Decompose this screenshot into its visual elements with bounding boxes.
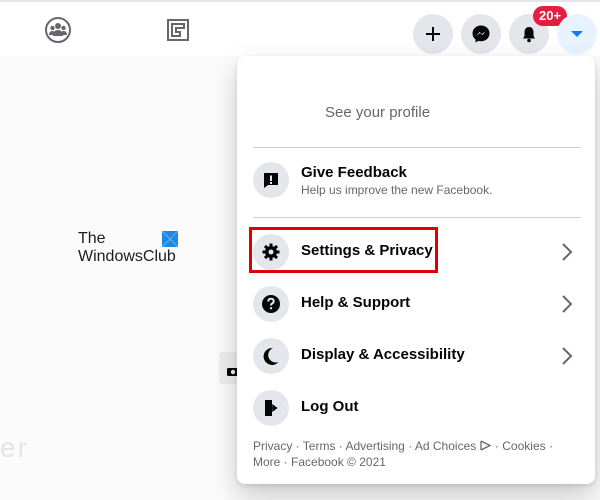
menu-item-help-support[interactable]: Help & Support	[245, 278, 587, 330]
top-navigation-bar: 20+	[0, 2, 600, 56]
footer-link-more[interactable]: More	[253, 455, 280, 469]
background-faded-text: er	[0, 432, 29, 463]
menu-item-label: Display & Accessibility	[301, 346, 465, 363]
logo-line-2: WindowsClub	[78, 248, 176, 265]
footer-link-advertising[interactable]: Advertising	[345, 439, 404, 453]
menu-item-give-feedback[interactable]: Give Feedback Help us improve the new Fa…	[245, 154, 587, 206]
chevron-right-icon	[562, 243, 573, 261]
separator: ·	[292, 439, 303, 453]
ad-choices-icon	[479, 440, 492, 451]
separator: ·	[335, 439, 346, 453]
messenger-icon	[472, 25, 490, 43]
highlight-box-settings	[249, 227, 438, 273]
account-menu-button[interactable]	[557, 14, 597, 54]
menu-item-label: Give Feedback	[301, 164, 407, 181]
menu-item-sublabel: Help us improve the new Facebook.	[301, 183, 493, 197]
divider	[253, 217, 581, 218]
chevron-right-icon	[562, 295, 573, 313]
menu-item-log-out[interactable]: Log Out	[245, 382, 587, 434]
bell-icon	[523, 27, 535, 43]
create-button[interactable]	[413, 14, 453, 54]
separator: ·	[545, 439, 553, 453]
separator: ·	[491, 439, 503, 453]
separator: ·	[280, 455, 292, 469]
chevron-right-icon	[562, 347, 573, 365]
divider	[253, 147, 581, 148]
question-icon	[262, 295, 280, 313]
moon-icon	[263, 347, 279, 365]
footer-link-ad-choices[interactable]: Ad Choices	[415, 439, 476, 453]
footer-link-terms[interactable]: Terms	[303, 439, 336, 453]
gaming-icon[interactable]	[164, 16, 192, 44]
separator: ·	[404, 439, 415, 453]
groups-icon[interactable]	[44, 16, 72, 44]
logout-icon	[265, 400, 278, 416]
menu-item-display-accessibility[interactable]: Display & Accessibility	[245, 330, 587, 382]
plus-icon	[426, 27, 440, 41]
messenger-button[interactable]	[461, 14, 501, 54]
caret-down-icon	[571, 31, 583, 37]
menu-item-label: Log Out	[301, 398, 359, 415]
menu-item-label: Help & Support	[301, 294, 411, 311]
feedback-icon	[264, 173, 278, 188]
footer-link-privacy[interactable]: Privacy	[253, 439, 292, 453]
footer-link-cookies[interactable]: Cookies	[502, 439, 545, 453]
footer-links: Privacy · Terms · Advertising · Ad Choic…	[253, 438, 573, 470]
watermark-logo: The WindowsClub	[78, 230, 188, 270]
see-your-profile-link[interactable]: See your profile	[325, 104, 430, 121]
windows-logo-icon	[162, 231, 178, 247]
copyright: Facebook © 2021	[291, 455, 386, 469]
